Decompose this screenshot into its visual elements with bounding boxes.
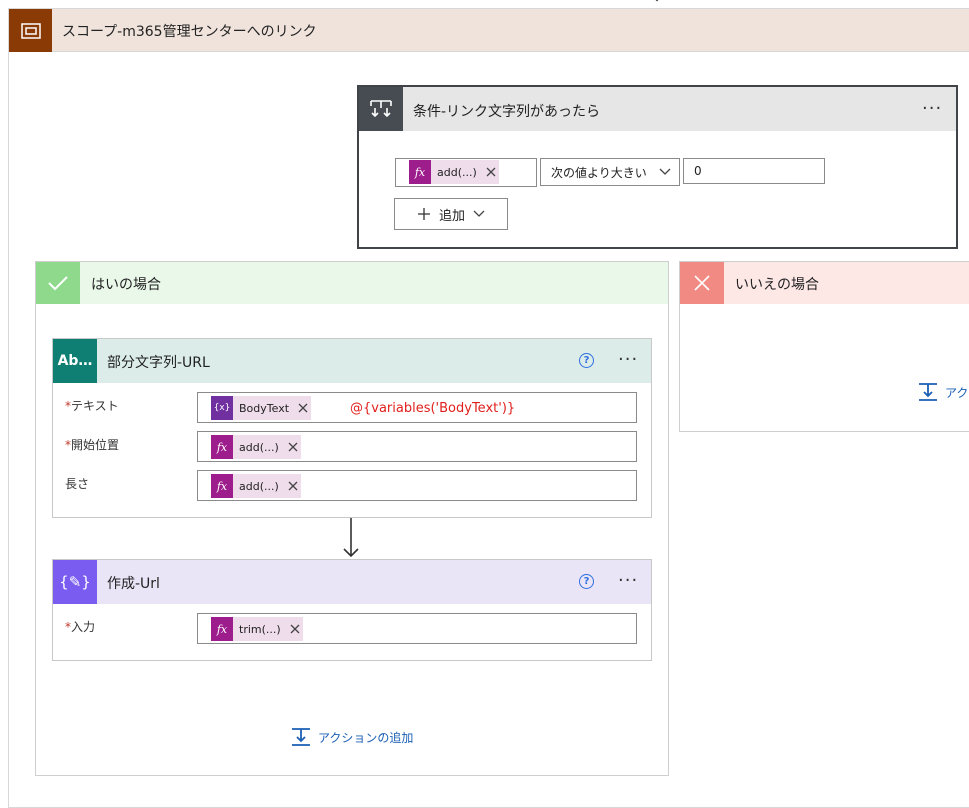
expression-token[interactable]: fx add(...) (409, 160, 499, 184)
operator-value: 次の値より大きい (551, 165, 647, 180)
field-label-text: *テキスト (65, 399, 119, 413)
close-icon[interactable] (285, 435, 301, 459)
token-label: trim(...) (239, 622, 281, 636)
add-action-icon (919, 383, 937, 401)
fx-icon: fx (211, 474, 233, 498)
condition-icon (359, 87, 403, 131)
expression-token[interactable]: fx trim(...) (211, 617, 303, 641)
condition-menu-button[interactable]: ··· (922, 100, 942, 118)
no-add-action-link[interactable]: アク (917, 382, 968, 402)
no-branch-title: いいえの場合 (735, 277, 819, 293)
yes-add-action-link[interactable]: アクションの追加 (290, 727, 413, 747)
add-action-icon (292, 728, 310, 746)
yes-add-action-label: アクションの追加 (318, 730, 414, 745)
condition-title: 条件-リンク文字列があったら (413, 104, 601, 120)
help-icon[interactable]: ? (579, 353, 594, 368)
scope-title: スコープ-m365管理センターへのリンク (62, 24, 317, 40)
yes-branch-title: はいの場合 (91, 277, 161, 293)
compose-menu-button[interactable]: ··· (618, 572, 638, 590)
add-button-label: 追加 (438, 208, 465, 224)
field-label-length: 長さ (65, 477, 90, 491)
variable-icon: {x} (211, 396, 233, 420)
fx-icon: fx (211, 435, 233, 459)
close-icon[interactable] (295, 396, 311, 420)
field-label-input: *入力 (65, 620, 96, 634)
checkmark-icon (36, 262, 80, 304)
fx-icon: fx (409, 160, 431, 184)
token-label: add(...) (239, 440, 279, 454)
cross-icon (680, 262, 724, 304)
compose-action-title: 作成-Url (107, 576, 160, 592)
condition-value-input[interactable]: 0 (683, 158, 825, 184)
token-label: BodyText (239, 401, 290, 415)
token-label: add(...) (437, 165, 477, 179)
fx-icon: fx (211, 617, 233, 641)
close-icon[interactable] (285, 474, 301, 498)
expression-token[interactable]: fx add(...) (211, 474, 301, 498)
flow-arrow-icon (343, 518, 359, 558)
text-function-icon: Ab… (53, 339, 97, 383)
flow-arrow-icon (655, 0, 659, 2)
substring-menu-button[interactable]: ··· (618, 351, 638, 369)
scope-icon (9, 9, 52, 52)
chevron-down-icon (473, 210, 485, 217)
expression-token[interactable]: fx add(...) (211, 435, 301, 459)
variable-token[interactable]: {x} BodyText (211, 396, 312, 420)
annotation-text: @{variables('BodyText')} (350, 401, 516, 416)
close-icon[interactable] (483, 160, 499, 184)
help-icon[interactable]: ? (579, 574, 594, 589)
close-icon[interactable] (287, 617, 303, 641)
add-condition-button[interactable]: 追加 (394, 198, 508, 230)
condition-operator-select[interactable]: 次の値より大きい (540, 158, 680, 186)
no-add-action-label: アク (945, 385, 969, 400)
field-label-start: *開始位置 (65, 438, 120, 452)
compose-icon: {✎} (53, 560, 97, 604)
chevron-down-icon (659, 168, 671, 175)
plus-icon (417, 208, 430, 220)
token-label: add(...) (239, 479, 279, 493)
substring-action-title: 部分文字列-URL (107, 355, 210, 371)
